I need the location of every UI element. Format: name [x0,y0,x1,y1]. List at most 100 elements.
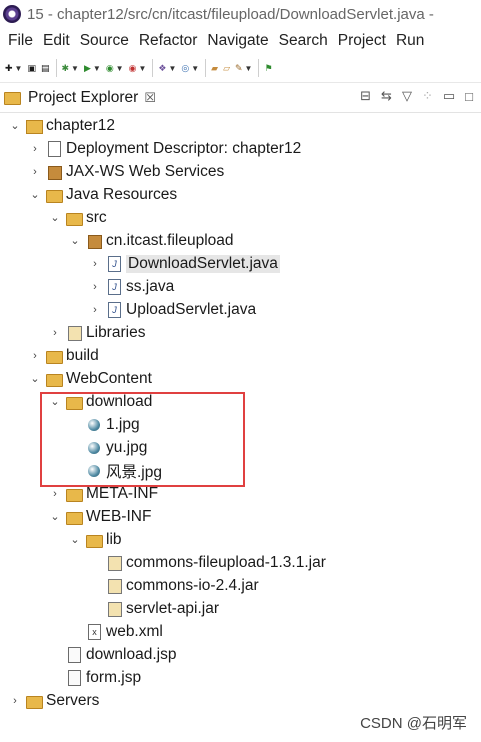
menu-source[interactable]: Source [80,32,129,50]
jar-icon [106,555,122,571]
view-menu-icon[interactable]: ⁘ [422,88,433,104]
tree-item[interactable]: ⌄ lib [68,528,122,551]
tree-item-label: form.jsp [86,668,142,686]
tree-item[interactable]: › Deployment Descriptor: chapter12 [28,137,301,160]
new-java-project-icon[interactable]: ❖ [158,60,166,76]
menu-run[interactable]: Run [396,32,424,50]
tree-item-label: DownloadServlet.java [126,254,280,273]
tree-item[interactable]: ⌄ chapter12 [8,114,115,137]
expanded-arrow-icon[interactable]: ⌄ [28,372,42,385]
menu-file[interactable]: File [8,32,33,50]
new-icon[interactable]: ✚ [5,60,13,76]
jar-icon [106,578,122,594]
collapse-all-icon[interactable]: ⊟ [360,88,371,104]
debug-icon[interactable]: ✱ [62,60,70,76]
tree-item[interactable]: ⌄ cn.itcast.fileupload [68,229,234,252]
tree-item[interactable]: › build [28,344,99,367]
expanded-arrow-icon[interactable]: ⌄ [48,211,62,224]
main-toolbar: ✚ ▼ ▣ ▤ ✱ ▼ ▶ ▼ ◉ ▼ ◉ ▼ ❖ ▼ ◎ ▼ ▰ ▱ ✎ ▼ ⚑ [0,54,481,83]
save-icon[interactable]: ▣ [27,60,36,76]
resources-icon [46,187,63,203]
run-icon[interactable]: ▶ [84,60,91,76]
descriptor-icon [46,140,62,157]
tree-item-label: build [66,346,99,364]
collapsed-arrow-icon[interactable]: › [48,488,62,500]
title-bar: 15 - chapter12/src/cn/itcast/fileupload/… [0,0,481,28]
tree-item-label: web.xml [106,622,163,640]
collapsed-arrow-icon[interactable]: › [88,281,102,293]
expanded-arrow-icon[interactable]: ⌄ [28,188,42,201]
expanded-arrow-icon[interactable]: ⌄ [8,119,22,132]
tree-item-label: WEB-INF [86,507,152,525]
tree-item-label: WebContent [66,369,152,387]
java-icon: J [106,255,122,272]
menu-search[interactable]: Search [279,32,328,50]
highlight-box [40,392,245,487]
toolbar-separator [152,59,154,77]
new-class-dropdown-icon[interactable]: ▼ [191,64,199,73]
expanded-arrow-icon[interactable]: ⌄ [68,533,82,546]
project-icon [26,118,43,134]
run-server-icon[interactable]: ◉ [106,60,114,76]
tree-item-label: Deployment Descriptor: chapter12 [66,139,302,157]
new-class-icon[interactable]: ◎ [181,60,189,76]
tree-item[interactable]: x web.xml [68,620,163,643]
tree-item[interactable]: › J DownloadServlet.java [88,252,280,275]
filter-icon[interactable]: ▽ [402,88,412,104]
jsp-icon [66,669,82,686]
pen-dropdown-icon[interactable]: ▼ [245,64,253,73]
menu-project[interactable]: Project [338,32,386,50]
open-type-icon[interactable]: ▰ [211,60,218,76]
new-java-project-dropdown-icon[interactable]: ▼ [168,64,176,73]
collapsed-arrow-icon[interactable]: › [28,350,42,362]
tree-item[interactable]: › Servers [8,689,99,712]
expanded-arrow-icon[interactable]: ⌄ [48,510,62,523]
toolbar-separator [55,59,57,77]
collapsed-arrow-icon[interactable]: › [28,166,42,178]
libraries-icon [66,325,82,341]
maximize-icon[interactable]: □ [465,89,473,104]
collapsed-arrow-icon[interactable]: › [8,695,22,707]
open-folder-icon[interactable]: ▱ [223,60,230,76]
tree-item[interactable]: ⌄ WEB-INF [48,505,151,528]
pin-icon[interactable]: ⚑ [264,60,272,76]
collapsed-arrow-icon[interactable]: › [88,258,102,270]
minimize-icon[interactable]: ▭ [443,88,455,104]
tree-item[interactable]: form.jsp [48,666,141,689]
toolbar-separator [205,59,207,77]
run-dropdown-icon[interactable]: ▼ [93,64,101,73]
pen-icon[interactable]: ✎ [235,60,243,76]
close-view-icon[interactable]: ☒ [144,90,156,106]
stop-server-icon[interactable]: ◉ [129,60,137,76]
tree-item[interactable]: › Jss.java [88,275,174,298]
link-editor-icon[interactable]: ⇆ [381,88,392,104]
tree-item[interactable]: ⌄ WebContent [28,367,152,390]
expanded-arrow-icon[interactable]: ⌄ [68,234,82,247]
tree-item-label: commons-io-2.4.jar [126,576,259,594]
collapsed-arrow-icon[interactable]: › [88,304,102,316]
debug-dropdown-icon[interactable]: ▼ [71,64,79,73]
save-all-icon[interactable]: ▤ [41,60,50,76]
tree-item[interactable]: › J UploadServlet.java [88,298,256,321]
tree-item-label: UploadServlet.java [126,300,257,318]
tree-item[interactable]: ⌄ Java Resources [28,183,177,206]
collapsed-arrow-icon[interactable]: › [28,143,42,155]
menu-edit[interactable]: Edit [43,32,70,50]
srcfolder-icon [66,210,83,226]
menu-refactor[interactable]: Refactor [139,32,198,50]
tree-item[interactable]: commons-fileupload-1.3.1.jar [88,551,326,574]
tree-item[interactable]: download.jsp [48,643,176,666]
run-server-dropdown-icon[interactable]: ▼ [116,64,124,73]
new-dropdown-icon[interactable]: ▼ [15,64,23,73]
collapsed-arrow-icon[interactable]: › [48,327,62,339]
project-explorer-tab[interactable]: Project Explorer ☒ ⊟ ⇆ ▽ ⁘ ▭ □ [0,84,481,113]
folder-icon [46,348,63,364]
tree-item[interactable]: › Libraries [48,321,145,344]
tree-item[interactable]: ⌄ src [48,206,107,229]
window-title: 15 - chapter12/src/cn/itcast/fileupload/… [27,5,434,23]
stop-server-dropdown-icon[interactable]: ▼ [138,64,146,73]
tree-item[interactable]: servlet-api.jar [88,597,219,620]
menu-navigate[interactable]: Navigate [207,32,268,50]
tree-item[interactable]: commons-io-2.4.jar [88,574,259,597]
tree-item[interactable]: › JAX-WS Web Services [28,160,224,183]
